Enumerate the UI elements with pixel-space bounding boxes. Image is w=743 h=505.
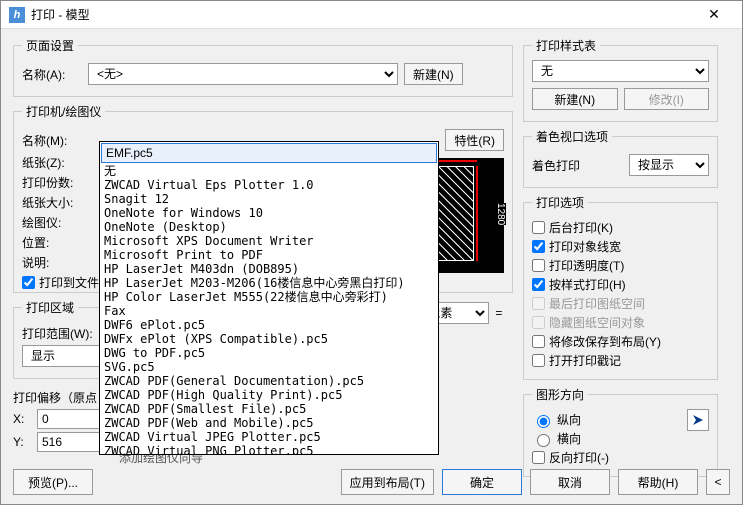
dropdown-item[interactable]: 无: [100, 164, 438, 178]
opt-bg-label: 后台打印(K): [549, 219, 613, 236]
dropdown-item[interactable]: Snagit 12: [100, 192, 438, 206]
printer-name-dropdown[interactable]: EMF.pc5 无ZWCAD Virtual Eps Plotter 1.0Sn…: [99, 141, 439, 455]
shade-select[interactable]: 按显示: [629, 154, 709, 176]
app-icon: h: [9, 7, 25, 23]
dropdown-item[interactable]: HP LaserJet M203-M206(16楼信息中心旁黑白打印): [100, 276, 438, 290]
dropdown-item[interactable]: DWG to PDF.pc5: [100, 346, 438, 360]
opt-lastps-label: 最后打印图纸空间: [549, 295, 645, 312]
dropdown-item[interactable]: DWF6 ePlot.pc5: [100, 318, 438, 332]
style-table-select[interactable]: 无: [532, 60, 709, 82]
orientation-preview-icon: [687, 409, 709, 431]
preview-button[interactable]: 预览(P)...: [13, 469, 93, 495]
orient-landscape-radio[interactable]: [537, 434, 550, 447]
printer-props-button[interactable]: 特性(R): [445, 129, 504, 151]
cancel-button[interactable]: 取消: [530, 469, 610, 495]
offset-y-label: Y:: [13, 435, 31, 449]
page-setup-group: 页面设置 名称(A): <无> 新建(N): [13, 37, 513, 97]
dropdown-item[interactable]: OneNote for Windows 10: [100, 206, 438, 220]
opt-lw-checkbox[interactable]: [532, 240, 545, 253]
print-range-label: 打印范围(W):: [22, 325, 93, 342]
dropdown-item[interactable]: HP Color LaserJet M555(22楼信息中心旁彩打): [100, 290, 438, 304]
paper-label: 纸张(Z):: [22, 154, 82, 171]
orientation-legend: 图形方向: [532, 386, 588, 403]
opt-trans-label: 打印透明度(T): [549, 257, 624, 274]
dropdown-item[interactable]: Fax: [100, 304, 438, 318]
offset-x-label: X:: [13, 412, 31, 426]
printer-legend: 打印机/绘图仪: [22, 103, 105, 120]
print-area-legend: 打印区域: [22, 299, 78, 316]
opt-lw-label: 打印对象线宽: [549, 238, 621, 255]
location-label: 位置:: [22, 234, 82, 251]
style-new-button[interactable]: 新建(N): [532, 88, 618, 110]
orient-landscape-label: 横向: [557, 430, 581, 447]
shade-label: 着色打印: [532, 157, 580, 174]
page-name-label: 名称(A):: [22, 66, 82, 83]
shade-group: 着色视口选项 着色打印 按显示: [523, 128, 718, 188]
size-label: 纸张大小:: [22, 194, 82, 211]
dropdown-item[interactable]: ZWCAD PDF(General Documentation).pc5: [100, 374, 438, 388]
page-setup-legend: 页面设置: [22, 37, 78, 54]
copies-label: 打印份数:: [22, 174, 82, 191]
dropdown-item[interactable]: ZWCAD Virtual Eps Plotter 1.0: [100, 178, 438, 192]
opt-savelayout-checkbox[interactable]: [532, 335, 545, 348]
style-table-group: 打印样式表 无 新建(N) 修改(I): [523, 37, 718, 122]
desc-label: 说明:: [22, 254, 82, 271]
dropdown-item[interactable]: HP LaserJet M403dn (DOB895): [100, 262, 438, 276]
shade-legend: 着色视口选项: [532, 128, 612, 145]
plotter-label: 绘图仪:: [22, 214, 82, 231]
opt-savelayout-label: 将修改保存到布局(Y): [549, 333, 661, 350]
dropdown-item[interactable]: ZWCAD PDF(Smallest File).pc5: [100, 402, 438, 416]
print-to-file-checkbox[interactable]: [22, 276, 35, 289]
dropdown-item[interactable]: DWFx ePlot (XPS Compatible).pc5: [100, 332, 438, 346]
opt-lastps-checkbox: [532, 297, 545, 310]
opt-hideps-checkbox: [532, 316, 545, 329]
preview-height: 1280: [495, 203, 506, 225]
style-table-legend: 打印样式表: [532, 37, 600, 54]
ok-button[interactable]: 确定: [442, 469, 522, 495]
dropdown-item[interactable]: OneNote (Desktop): [100, 220, 438, 234]
offset-x-input[interactable]: [37, 409, 107, 429]
opt-hideps-label: 隐藏图纸空间对象: [549, 314, 645, 331]
offset-y-input[interactable]: [37, 432, 107, 452]
orient-portrait-label: 纵向: [557, 411, 581, 428]
dropdown-item[interactable]: ZWCAD PDF(Web and Mobile).pc5: [100, 416, 438, 430]
opt-bg-checkbox[interactable]: [532, 221, 545, 234]
page-new-button[interactable]: 新建(N): [404, 63, 463, 85]
dropdown-selected-box[interactable]: EMF.pc5: [101, 143, 437, 163]
window-title: 打印 - 模型: [31, 6, 694, 23]
dropdown-item[interactable]: ZWCAD PDF(High Quality Print).pc5: [100, 388, 438, 402]
dropdown-item[interactable]: ZWCAD Virtual JPEG Plotter.pc5: [100, 430, 438, 444]
help-button[interactable]: 帮助(H): [618, 469, 698, 495]
opt-stamp-checkbox[interactable]: [532, 354, 545, 367]
opt-style-label: 按样式打印(H): [549, 276, 626, 293]
print-to-file-label: 打印到文件: [39, 274, 99, 291]
close-button[interactable]: ✕: [694, 6, 734, 23]
apply-layout-button[interactable]: 应用到布局(T): [341, 469, 434, 495]
dropdown-item[interactable]: Microsoft Print to PDF: [100, 248, 438, 262]
dropdown-item[interactable]: SVG.pc5: [100, 360, 438, 374]
opt-stamp-label: 打开打印戳记: [549, 352, 621, 369]
opt-style-checkbox[interactable]: [532, 278, 545, 291]
collapse-button[interactable]: <: [706, 469, 730, 495]
options-legend: 打印选项: [532, 194, 588, 211]
style-modify-button: 修改(I): [624, 88, 710, 110]
options-group: 打印选项 后台打印(K) 打印对象线宽 打印透明度(T) 按样式打印(H) 最后…: [523, 194, 718, 380]
page-name-select[interactable]: <无>: [88, 63, 398, 85]
printer-name-label: 名称(M):: [22, 132, 82, 149]
orient-portrait-radio[interactable]: [537, 415, 550, 428]
equals-label: =: [495, 306, 502, 320]
dropdown-item[interactable]: Microsoft XPS Document Writer: [100, 234, 438, 248]
offset-legend: 打印偏移（原点: [13, 389, 97, 406]
dropdown-item[interactable]: ZWCAD Virtual PNG Plotter.pc5: [100, 444, 438, 454]
opt-trans-checkbox[interactable]: [532, 259, 545, 272]
